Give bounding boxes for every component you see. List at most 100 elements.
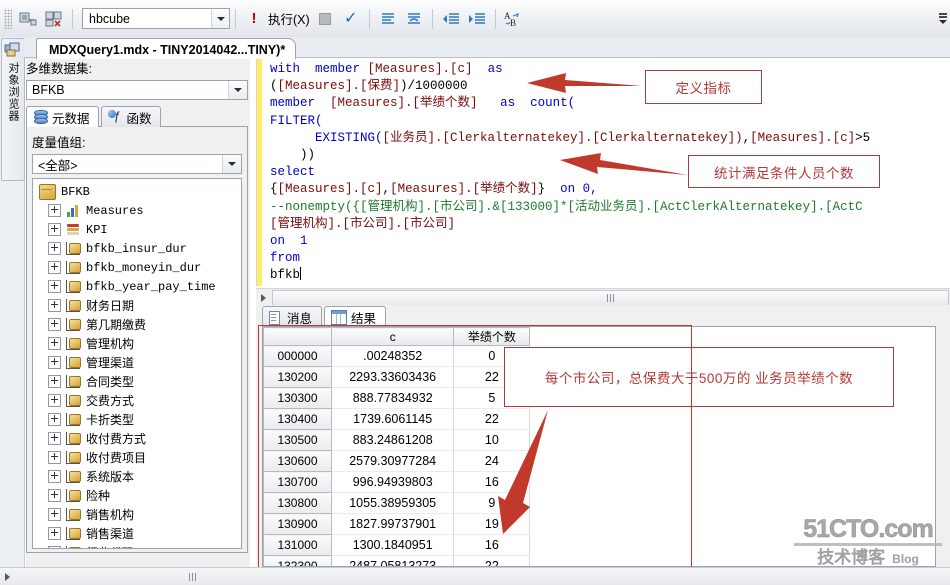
tree-item[interactable]: 行业代码	[37, 543, 241, 548]
row-key-cell[interactable]: 130700	[263, 471, 332, 493]
tree-item[interactable]: 财务日期	[37, 296, 241, 315]
document-tab[interactable]: MDXQuery1.mdx - TINY2014042...TINY)*	[36, 38, 297, 59]
tree-item[interactable]: 交费方式	[37, 391, 241, 410]
expand-icon[interactable]	[48, 394, 61, 407]
tree-item[interactable]: 收付费方式	[37, 429, 241, 448]
tree-item[interactable]: 销售机构	[37, 505, 241, 524]
tree-item[interactable]: Measures	[37, 201, 241, 220]
cell-count[interactable]: 19	[453, 513, 531, 535]
database-combo[interactable]: hbcube	[82, 8, 230, 29]
row-key-cell[interactable]: 000000	[263, 345, 332, 367]
cell-c[interactable]: .00248352	[331, 345, 455, 367]
cell-count[interactable]: 24	[453, 450, 531, 472]
cell-count[interactable]: 16	[453, 471, 531, 493]
tree-item[interactable]: 卡折类型	[37, 410, 241, 429]
tab-functions[interactable]: 函数	[100, 106, 161, 127]
table-row[interactable]: 130600 2579.30977284 24	[263, 450, 935, 472]
expand-icon[interactable]	[48, 413, 61, 426]
decrease-indent-icon[interactable]	[439, 7, 463, 31]
expand-icon[interactable]	[48, 337, 61, 350]
tree-item[interactable]: 险种	[37, 486, 241, 505]
column-header-key[interactable]	[263, 327, 332, 346]
expand-icon[interactable]	[48, 546, 61, 548]
scroll-left-icon[interactable]	[256, 290, 271, 305]
expand-icon[interactable]	[48, 470, 61, 483]
table-row[interactable]: 130500 883.24861208 10	[263, 429, 935, 451]
chevron-down-icon[interactable]	[222, 155, 241, 173]
chevron-down-icon[interactable]	[228, 81, 247, 99]
cell-c[interactable]: 1055.38959305	[331, 492, 455, 514]
cell-c[interactable]: 2579.30977284	[331, 450, 455, 472]
tree-item[interactable]: KPI	[37, 220, 241, 239]
row-key-cell[interactable]: 131000	[263, 534, 332, 556]
expand-icon[interactable]	[48, 204, 61, 217]
cell-c[interactable]: 2487.05813273	[331, 555, 455, 566]
increase-indent-icon[interactable]	[465, 7, 489, 31]
expand-icon[interactable]	[48, 280, 61, 293]
tree-item[interactable]: 管理渠道	[37, 353, 241, 372]
comment-icon[interactable]	[376, 7, 400, 31]
row-key-cell[interactable]: 132300	[263, 555, 332, 566]
tab-results[interactable]: 结果	[324, 306, 387, 327]
expand-icon[interactable]	[48, 451, 61, 464]
row-key-cell[interactable]: 130600	[263, 450, 332, 472]
cell-count[interactable]: 9	[453, 492, 531, 514]
tree-item[interactable]: 第几期缴费	[37, 315, 241, 334]
expand-icon[interactable]	[48, 242, 61, 255]
tree-item[interactable]: 管理机构	[37, 334, 241, 353]
table-row[interactable]: 130400 1739.6061145 22	[263, 408, 935, 430]
expand-icon[interactable]	[48, 299, 61, 312]
row-key-cell[interactable]: 130400	[263, 408, 332, 430]
metadata-tree[interactable]: BFKB Measures KPI bfkb_insur_dur bfkb_money…	[32, 178, 242, 549]
find-replace-icon[interactable]: A B	[502, 7, 526, 31]
parse-check-icon[interactable]: ✓	[339, 7, 363, 31]
disconnect-cube-icon[interactable]	[42, 7, 66, 31]
row-key-cell[interactable]: 130800	[263, 492, 332, 514]
scrollbar-thumb[interactable]	[272, 289, 949, 306]
row-key-cell[interactable]: 130300	[263, 387, 332, 409]
cell-c[interactable]: 888.77834932	[331, 387, 455, 409]
cell-count[interactable]: 10	[453, 429, 531, 451]
tree-item[interactable]: bfkb_insur_dur	[37, 239, 241, 258]
expand-icon[interactable]	[48, 375, 61, 388]
connect-cube-icon[interactable]	[16, 7, 40, 31]
cell-count[interactable]: 16	[453, 534, 531, 556]
cell-c[interactable]: 1739.6061145	[331, 408, 455, 430]
uncomment-icon[interactable]	[402, 7, 426, 31]
expand-icon[interactable]	[48, 489, 61, 502]
cell-c[interactable]: 1827.99737901	[331, 513, 455, 535]
table-row[interactable]: 130800 1055.38959305 9	[263, 492, 935, 514]
toolbar-grip[interactable]	[4, 8, 12, 29]
scroll-left-icon[interactable]	[0, 569, 14, 584]
expand-icon[interactable]	[48, 508, 61, 521]
row-key-cell[interactable]: 130900	[263, 513, 332, 535]
tree-item[interactable]: 销售渠道	[37, 524, 241, 543]
cell-count[interactable]: 22	[453, 555, 531, 566]
row-key-cell[interactable]: 130500	[263, 429, 332, 451]
row-key-cell[interactable]: 130200	[263, 366, 332, 388]
column-header-count[interactable]: 举绩个数	[453, 327, 531, 346]
table-row[interactable]: 130700 996.94939803 16	[263, 471, 935, 493]
expand-icon[interactable]	[48, 356, 61, 369]
chevron-down-icon[interactable]	[211, 9, 229, 28]
execute-bang-icon[interactable]: !	[242, 7, 266, 31]
cube-combo[interactable]: BFKB	[26, 80, 248, 100]
expand-icon[interactable]	[48, 261, 61, 274]
tree-item[interactable]: bfkb_moneyin_dur	[37, 258, 241, 277]
tab-metadata[interactable]: 元数据	[26, 106, 99, 127]
cell-c[interactable]: 996.94939803	[331, 471, 455, 493]
cell-c[interactable]: 1300.1840951	[331, 534, 455, 556]
tree-node-root[interactable]: BFKB	[37, 182, 241, 201]
expand-icon[interactable]	[48, 223, 61, 236]
cell-c[interactable]: 883.24861208	[331, 429, 455, 451]
tree-item[interactable]: 系统版本	[37, 467, 241, 486]
column-header-c[interactable]: c	[330, 327, 455, 346]
measure-group-combo[interactable]: <全部>	[32, 154, 242, 174]
execute-button-label[interactable]: 执行(X)	[268, 9, 310, 28]
editor-horizontal-scrollbar[interactable]	[256, 288, 950, 306]
cell-c[interactable]: 2293.33603436	[331, 366, 455, 388]
stop-icon[interactable]	[313, 7, 337, 31]
expand-icon[interactable]	[48, 318, 61, 331]
tab-messages[interactable]: 消息	[262, 306, 323, 327]
tree-item[interactable]: bfkb_year_pay_time	[37, 277, 241, 296]
